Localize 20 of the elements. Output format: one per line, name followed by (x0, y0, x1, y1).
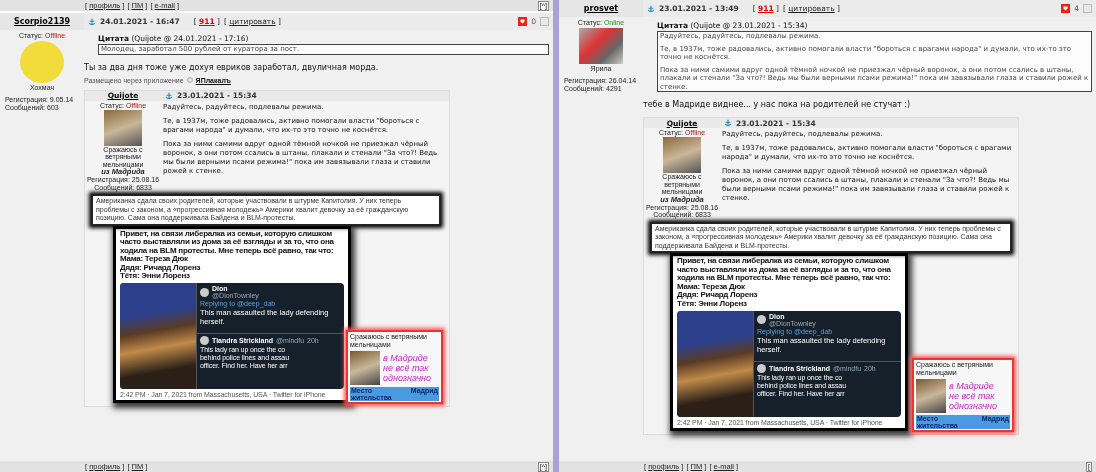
post-text: тебе в Мадриде виднее... у нас пока на родителей не стучат :) (643, 100, 912, 109)
photo-placeholder (916, 378, 946, 413)
photo-placeholder (104, 109, 142, 146)
avatar-icon (200, 287, 209, 297)
avatar-icon (757, 315, 766, 325)
photo-placeholder (350, 351, 380, 386)
anchor-icon[interactable] (165, 91, 173, 100)
photo-placeholder (663, 137, 701, 173)
anchor-icon[interactable] (88, 17, 96, 26)
post-text: Ты за два дня тоже уже дохуя евриков заработал, двуличная морда. (84, 62, 380, 72)
meme-text: Привет, на связи либералка из семьи, которую слишком часто выставляли из дома за её взгляды и за то, что она ходила на BLM протесты. Мне теперь всё равно, так что: Мама: Тереза Дюк Дядя: Ричард Лоренз Тётя: Энни Лоренз (120, 229, 334, 282)
meme-text: Привет, на связи либералка из семьи, которую слишком часто выставляли из дома за её взгляды и за то, что она ходила на BLM протесты. Мне теперь всё равно, так что: Мама: Тереза Дюк Дядя: Ричард Лоренз Тётя: Энни Лоренз (677, 257, 891, 309)
anchor-icon[interactable] (647, 4, 655, 13)
signature-slogan: в Мадриде не всё так однозначно (383, 353, 431, 384)
signature-slogan: в Мадриде не всё так однозначно (949, 380, 997, 411)
avatar-icon (757, 363, 766, 373)
avatar-image (579, 28, 623, 64)
avatar-image (20, 41, 64, 83)
anchor-icon[interactable] (724, 119, 732, 127)
avatar-icon (200, 336, 209, 346)
